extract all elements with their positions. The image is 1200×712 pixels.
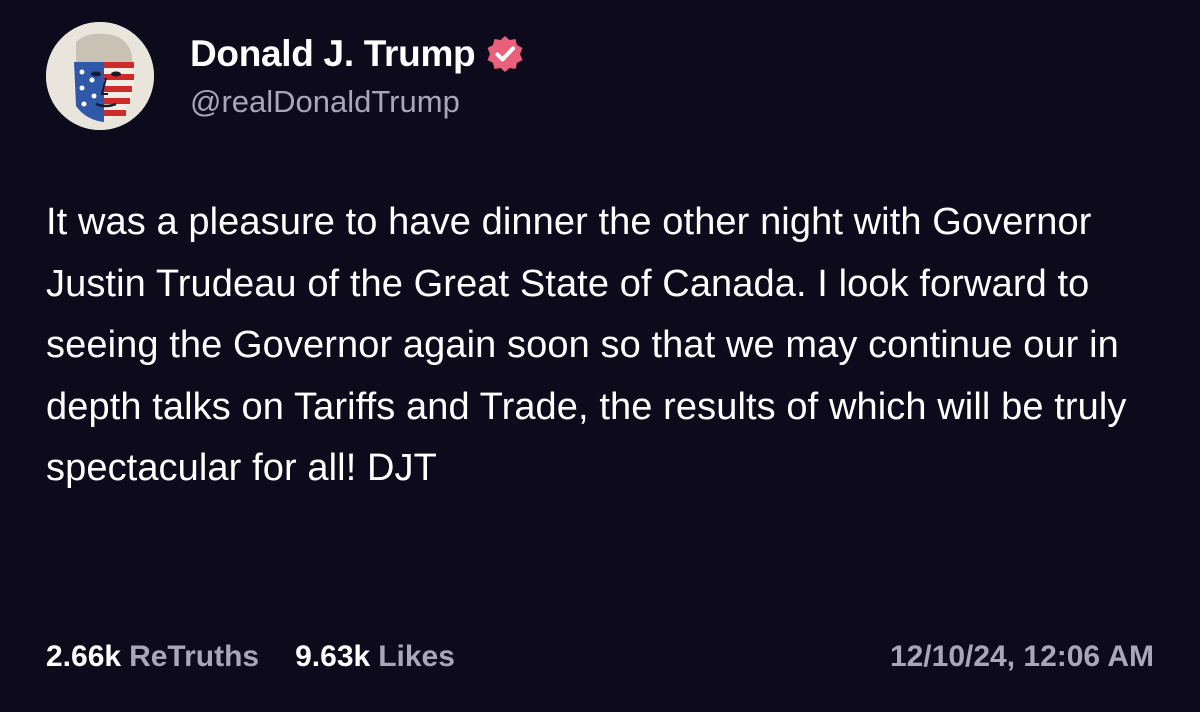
name-row: Donald J. Trump <box>190 33 525 75</box>
likes-stat[interactable]: 9.63k Likes <box>295 640 455 674</box>
verified-badge-icon <box>485 34 525 74</box>
likes-count: 9.63k <box>295 640 371 673</box>
retruths-stat[interactable]: 2.66k ReTruths <box>46 640 259 674</box>
post-body: It was a pleasure to have dinner the oth… <box>46 201 1127 489</box>
display-name[interactable]: Donald J. Trump <box>190 33 476 75</box>
post-timestamp: 12/10/24, 12:06 AM <box>889 640 1154 673</box>
retruths-count: 2.66k <box>46 640 122 673</box>
avatar[interactable] <box>46 22 154 130</box>
likes-label: Likes <box>378 640 455 673</box>
retruths-label: ReTruths <box>129 640 260 673</box>
author-identity: Donald J. Trump @realDonaldTrump <box>190 33 525 120</box>
post-header: Donald J. Trump @realDonaldTrump <box>46 22 525 130</box>
author-handle[interactable]: @realDonaldTrump <box>190 84 525 120</box>
post-footer: 2.66k ReTruths 9.63k Likes 12/10/24, 12:… <box>46 640 1154 674</box>
truth-post: Donald J. Trump @realDonaldTrump It was … <box>0 0 1200 712</box>
flag-portrait-avatar-icon <box>46 22 154 130</box>
